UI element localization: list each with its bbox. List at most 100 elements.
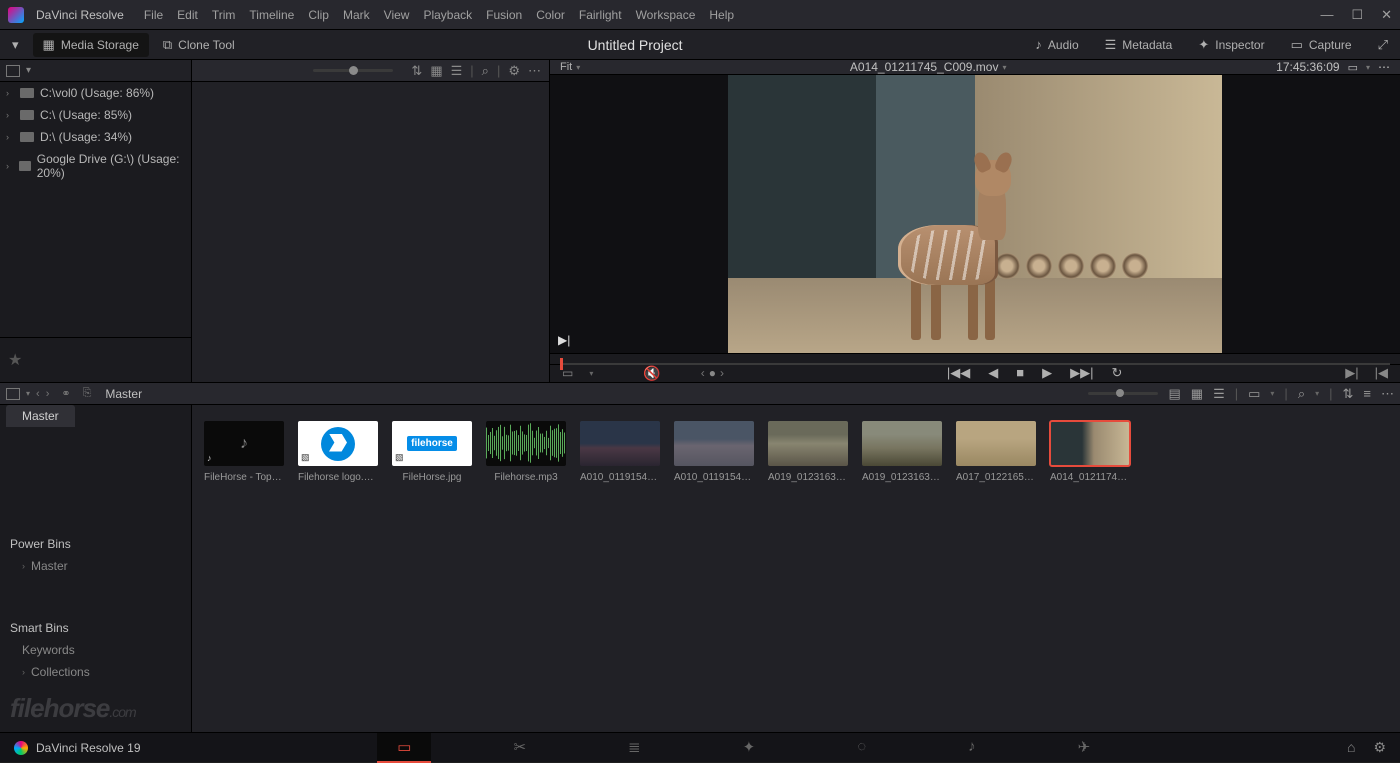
pool-list-view-icon[interactable]: ☰ [1213,386,1225,402]
import-icon[interactable]: ⎘ [83,387,92,400]
clip-item[interactable]: A017_01221659_C... [956,421,1036,483]
menu-view[interactable]: View [384,8,410,22]
jog-bar[interactable] [550,353,1400,364]
audio-panel-button[interactable]: ♪Audio [1025,33,1088,57]
smart-bin-collections[interactable]: ›Collections [0,661,191,683]
panel-layout-icon[interactable] [6,65,20,77]
capture-panel-button[interactable]: ▭Capture [1281,33,1362,57]
stop-button[interactable]: ■ [1016,365,1024,381]
viewer-options-icon[interactable]: ⋯ [1378,60,1390,74]
pool-thumb-slider[interactable] [1088,392,1158,395]
link-icon[interactable]: ⚭ [55,387,76,400]
menu-mark[interactable]: Mark [343,8,370,22]
list-view-icon[interactable]: ☰ [451,63,463,79]
media-page-button[interactable]: ▭ [377,733,431,763]
clip-item[interactable]: Filehorse.mp3 [486,421,566,483]
favorite-add-icon[interactable]: ★ [8,350,22,370]
inspector-panel-button[interactable]: ✦Inspector [1188,33,1274,57]
last-frame-button[interactable]: ▶▶| [1070,365,1093,381]
menu-workspace[interactable]: Workspace [636,8,696,22]
mute-button[interactable]: 🔇 [643,365,660,382]
menu-edit[interactable]: Edit [177,8,198,22]
deliver-page-button[interactable]: ✈ [1058,733,1111,763]
fairlight-page-button[interactable]: ♪ [948,733,996,763]
clip-item[interactable]: A010_01191542_C... [580,421,660,483]
clip-item[interactable]: A019_01231637_C... [768,421,848,483]
menu-help[interactable]: Help [709,8,734,22]
pool-search-icon[interactable]: ⌕ [1298,386,1305,402]
pool-sort-icon[interactable]: ⇅ [1343,386,1354,402]
clip-item[interactable]: filehorse▧FileHorse.jpg [392,421,472,483]
menu-timeline[interactable]: Timeline [249,8,294,22]
color-page-button[interactable]: ◌ [837,733,886,763]
in-point-button[interactable]: ▶| [1345,365,1358,381]
nav-back-icon[interactable]: ‹ [36,388,40,400]
zoom-fit-dropdown[interactable]: Fit▾ [560,61,580,73]
pool-filter-icon[interactable]: ≡ [1363,386,1371,401]
menu-fusion[interactable]: Fusion [486,8,522,22]
menu-file[interactable]: File [144,8,163,22]
play-button[interactable]: ▶ [1042,365,1052,381]
marker-dot-icon[interactable]: ● [709,366,716,380]
panel-menu-icon[interactable]: ▾ [26,65,31,76]
menu-playback[interactable]: Playback [423,8,472,22]
drive-item[interactable]: ›C:\ (Usage: 85%) [0,104,191,126]
tc-mode-icon[interactable]: ▭ [1348,61,1358,74]
close-button[interactable]: ✕ [1381,7,1392,23]
sort-icon[interactable]: ⇅ [411,63,422,79]
media-storage-button[interactable]: ▦ Media Storage [33,33,149,57]
pool-layout-icon[interactable] [6,388,20,400]
drive-item[interactable]: ›D:\ (Usage: 34%) [0,126,191,148]
drive-item[interactable]: ›C:\vol0 (Usage: 86%) [0,82,191,104]
first-frame-button[interactable]: |◀◀ [947,365,970,381]
nav-forward-icon[interactable]: › [46,388,50,400]
clone-tool-button[interactable]: ⧉ Clone Tool [153,33,245,57]
pool-strip-view-icon[interactable]: ▤ [1168,386,1180,402]
prev-edit-icon[interactable]: ‹ [701,366,705,380]
smart-bin-keywords[interactable]: Keywords [0,639,191,661]
bin-path: Master [105,387,142,401]
out-point-button[interactable]: |◀ [1375,365,1388,381]
expand-button[interactable]: ⤢ [1368,33,1398,57]
menu-fairlight[interactable]: Fairlight [579,8,622,22]
storage-footer: ★ [0,337,191,382]
drive-item[interactable]: ›Google Drive (G:\) (Usage: 20%) [0,148,191,184]
fusion-page-button[interactable]: ✦ [723,733,776,763]
pool-grid-view-icon[interactable]: ▦ [1191,386,1203,402]
menu-trim[interactable]: Trim [212,8,236,22]
viewer-canvas[interactable]: ▶| [550,75,1400,353]
maximize-button[interactable]: ☐ [1351,7,1363,23]
menu-color[interactable]: Color [536,8,565,22]
storage-content-toolbar: ⇅ ▦ ☰ | ⌕ | ⚙ ⋯ [192,60,549,82]
layout-toggle-button[interactable]: ▾ [2,33,29,57]
clip-item[interactable]: ♪♪FileHorse - Top 5 -... [204,421,284,483]
edit-page-button[interactable]: ≣ [608,733,661,763]
viewer-mode-icon[interactable]: ▭ [562,366,573,380]
cut-page-button[interactable]: ✂ [493,733,546,763]
tc-dropdown-icon[interactable]: ▾ [1366,63,1370,72]
project-settings-button[interactable]: ⚙ [1373,739,1386,756]
pool-display-icon[interactable]: ▭ [1248,386,1260,402]
viewer-clip-name[interactable]: A014_01211745_C009.mov▾ [850,60,1007,74]
clip-item[interactable]: A014_01211745_C... [1050,421,1130,483]
clip-thumbnail: ▧ [298,421,378,466]
master-bin-tab[interactable]: Master [6,405,75,427]
search-icon[interactable]: ⌕ [482,63,489,79]
loop-button[interactable]: ↻ [1112,365,1123,381]
filter-icon[interactable]: ⚙ [508,63,520,79]
options-icon[interactable]: ⋯ [528,63,541,79]
home-button[interactable]: ⌂ [1347,739,1355,756]
grid-view-icon[interactable]: ▦ [430,63,442,79]
metadata-panel-button[interactable]: ☰Metadata [1095,33,1183,57]
power-bin-master[interactable]: ›Master [0,555,191,577]
transport-controls: ▭▾ 🔇 ‹ ● › |◀◀ ◀ ■ ▶ ▶▶| ↻ ▶| |◀ [550,364,1400,382]
clip-item[interactable]: A010_01191548_C... [674,421,754,483]
step-back-button[interactable]: ◀ [988,365,998,381]
menu-clip[interactable]: Clip [308,8,329,22]
clip-item[interactable]: A019_01231639_C... [862,421,942,483]
match-frame-icon[interactable]: ▶| [558,333,570,347]
thumbnail-size-slider[interactable] [313,69,393,72]
minimize-button[interactable]: — [1320,7,1333,23]
clip-item[interactable]: ▧Filehorse logo.png [298,421,378,483]
pool-options-icon[interactable]: ⋯ [1381,386,1394,402]
